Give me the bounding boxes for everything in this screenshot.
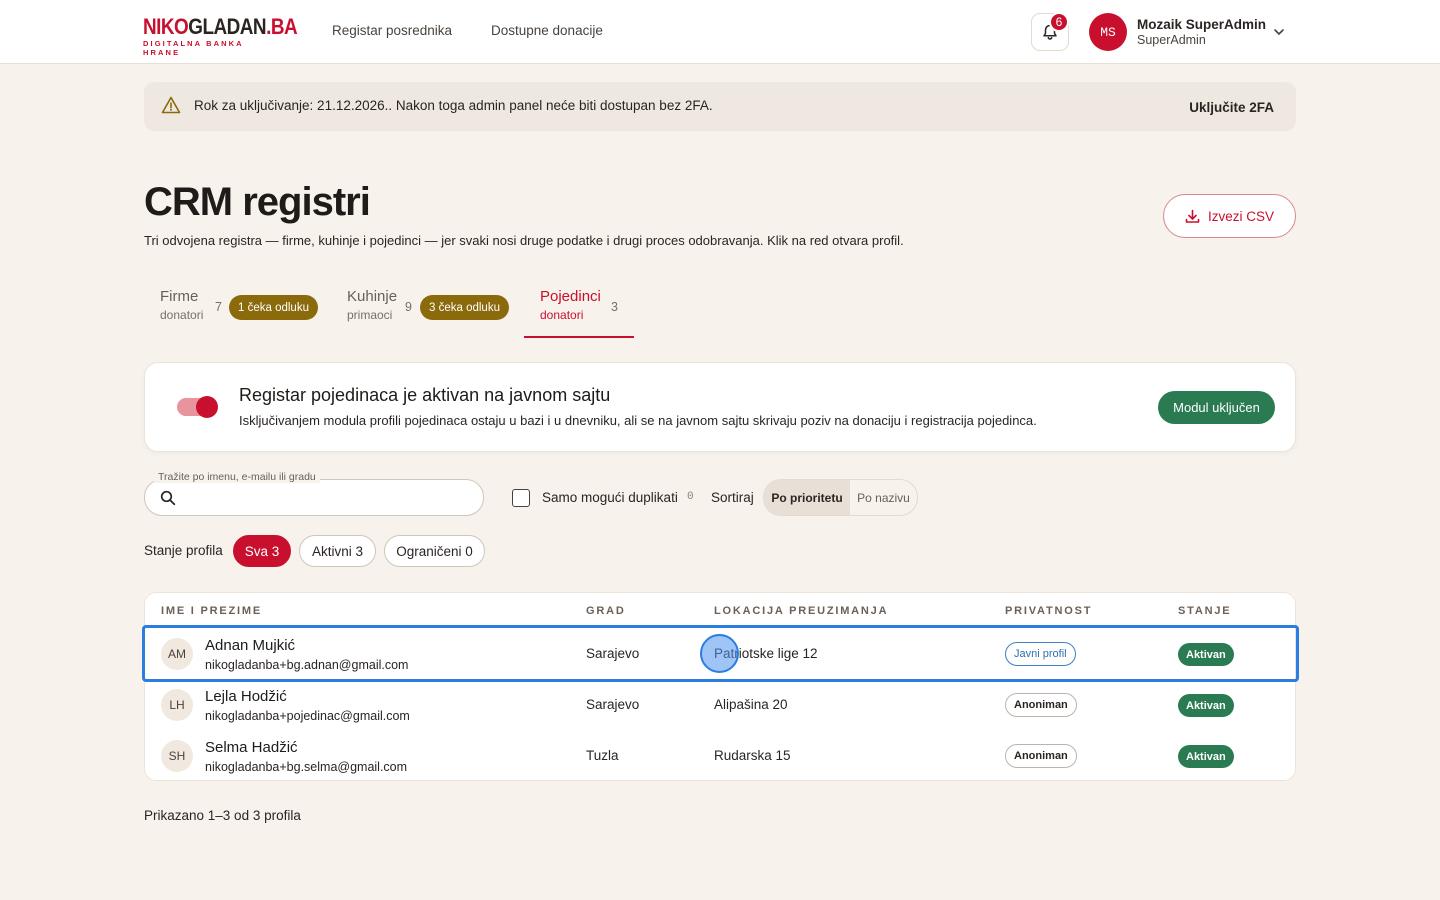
- individuals-table: IME I PREZIME GRAD LOKACIJA PREUZIMANJA …: [144, 592, 1296, 781]
- user-name[interactable]: Mozaik SuperAdmin: [1137, 17, 1266, 32]
- row-avatar: SH: [161, 740, 193, 772]
- state-filter-active[interactable]: Aktivni 3: [299, 535, 376, 567]
- sort-label: Sortiraj: [711, 490, 754, 505]
- tab-pojedinci[interactable]: Pojedinci donatori 3: [540, 288, 618, 322]
- status-badge: Aktivan: [1178, 745, 1234, 768]
- status-badge: Aktivan: [1178, 694, 1234, 717]
- logo-brand-dark: GLADAN: [188, 14, 267, 39]
- alert-message: Rok za uključivanje: 21.12.2026.. Nakon …: [194, 98, 713, 113]
- tab-sublabel: primaoci: [347, 308, 393, 322]
- search-input[interactable]: [144, 479, 484, 516]
- search-label: Tražite po imenu, e-mailu ili gradu: [154, 471, 320, 483]
- module-toggle[interactable]: [177, 396, 218, 418]
- notification-count-badge: 6: [1049, 12, 1069, 32]
- column-header-city[interactable]: GRAD: [586, 605, 626, 617]
- chevron-down-icon[interactable]: [1272, 25, 1286, 39]
- sort-segmented-control: Po prioritetu Po nazivu: [763, 479, 918, 516]
- download-icon: [1185, 209, 1200, 223]
- tab-kuhinje[interactable]: Kuhinje primaoci 9: [347, 288, 412, 322]
- sort-option-priority[interactable]: Po prioritetu: [764, 480, 850, 515]
- page-title: CRM registri: [144, 180, 371, 224]
- table-row[interactable]: AM Adnan Mujkić nikogladanba+bg.adnan@gm…: [145, 628, 1295, 679]
- warning-icon: [161, 96, 181, 114]
- row-name: Adnan Mujkić: [205, 637, 296, 654]
- active-tab-indicator: [524, 336, 634, 338]
- user-role: SuperAdmin: [1137, 33, 1206, 47]
- logo[interactable]: NIKOGLADAN.BA DIGITALNA BANKA HRANE: [143, 14, 298, 58]
- module-title: Registar pojedinaca je aktivan na javnom…: [239, 385, 611, 405]
- table-row[interactable]: LH Lejla Hodžić nikogladanba+pojedinac@g…: [145, 679, 1295, 730]
- column-header-name[interactable]: IME I PREZIME: [161, 605, 262, 617]
- row-city: Tuzla: [586, 748, 619, 763]
- tab-count: 9: [405, 300, 412, 314]
- tab-label: Pojedinci: [540, 288, 601, 305]
- pagination-summary: Prikazano 1–3 od 3 profila: [144, 808, 301, 823]
- state-filter-label: Stanje profila: [144, 543, 223, 558]
- export-csv-button[interactable]: Izvezi CSV: [1163, 194, 1296, 238]
- tab-count: 3: [611, 300, 618, 314]
- pending-badge: 1 čeka odluku: [229, 295, 318, 320]
- column-header-privacy[interactable]: PRIVATNOST: [1005, 605, 1092, 617]
- logo-brand-red: NIKO: [143, 14, 189, 39]
- duplicates-count: 0: [687, 491, 694, 503]
- export-csv-label: Izvezi CSV: [1207, 208, 1275, 224]
- row-email: nikogladanba+bg.selma@gmail.com: [205, 760, 408, 774]
- nav-link-dostupne-donacije[interactable]: Dostupne donacije: [491, 23, 603, 38]
- tab-sublabel: donatori: [540, 308, 584, 322]
- column-header-location[interactable]: LOKACIJA PREUZIMANJA: [714, 605, 888, 617]
- row-avatar: LH: [161, 689, 193, 721]
- pending-badge: 3 čeka odluku: [420, 295, 509, 320]
- privacy-badge: Anoniman: [1005, 744, 1077, 768]
- row-name: Lejla Hodžić: [205, 688, 287, 705]
- toggle-knob: [196, 396, 218, 418]
- row-location: Alipašina 20: [714, 697, 788, 712]
- row-email: nikogladanba+pojedinac@gmail.com: [205, 709, 410, 723]
- row-location: Patriotske lige 12: [714, 646, 818, 661]
- page-subtitle: Tri odvojena registra — firme, kuhinje i…: [144, 233, 904, 248]
- privacy-badge: Javni profil: [1005, 642, 1076, 666]
- row-email: nikogladanba+bg.adnan@gmail.com: [205, 658, 409, 672]
- row-name: Selma Hadžić: [205, 739, 298, 756]
- module-description: Isključivanjem modula profili pojedinaca…: [239, 413, 1037, 428]
- nav-link-registar-posrednika[interactable]: Registar posrednika: [332, 23, 452, 38]
- privacy-badge: Anoniman: [1005, 693, 1077, 717]
- 2fa-alert-banner: Rok za uključivanje: 21.12.2026.. Nakon …: [144, 82, 1296, 131]
- module-enabled-button[interactable]: Modul uključen: [1158, 391, 1275, 424]
- column-header-state[interactable]: STANJE: [1178, 605, 1231, 617]
- top-bar: NIKOGLADAN.BA DIGITALNA BANKA HRANE Regi…: [0, 0, 1440, 64]
- row-city: Sarajevo: [586, 697, 640, 712]
- row-location: Rudarska 15: [714, 748, 791, 763]
- row-avatar: AM: [161, 638, 193, 670]
- user-avatar[interactable]: MS: [1089, 13, 1127, 51]
- enable-2fa-link[interactable]: Uključite 2FA: [1189, 100, 1274, 115]
- search-icon: [160, 490, 176, 506]
- sort-option-name[interactable]: Po nazivu: [850, 480, 917, 515]
- module-status-card: Registar pojedinaca je aktivan na javnom…: [144, 362, 1296, 452]
- table-row[interactable]: SH Selma Hadžić nikogladanba+bg.selma@gm…: [145, 730, 1295, 780]
- tab-count: 7: [215, 300, 222, 314]
- state-filter-all[interactable]: Sva 3: [233, 535, 291, 567]
- logo-brand-suffix: .BA: [266, 14, 298, 39]
- duplicates-label[interactable]: Samo mogući duplikati: [542, 490, 678, 505]
- state-filter-restricted[interactable]: Ograničeni 0: [384, 535, 485, 567]
- tab-label: Kuhinje: [347, 288, 398, 305]
- status-badge: Aktivan: [1178, 643, 1234, 666]
- tab-label: Firme: [160, 288, 199, 305]
- tab-sublabel: donatori: [160, 308, 204, 322]
- row-city: Sarajevo: [586, 646, 640, 661]
- duplicates-checkbox[interactable]: [512, 489, 530, 507]
- logo-tagline: DIGITALNA BANKA HRANE: [143, 39, 244, 57]
- tab-firme[interactable]: Firme donatori 7: [160, 288, 222, 322]
